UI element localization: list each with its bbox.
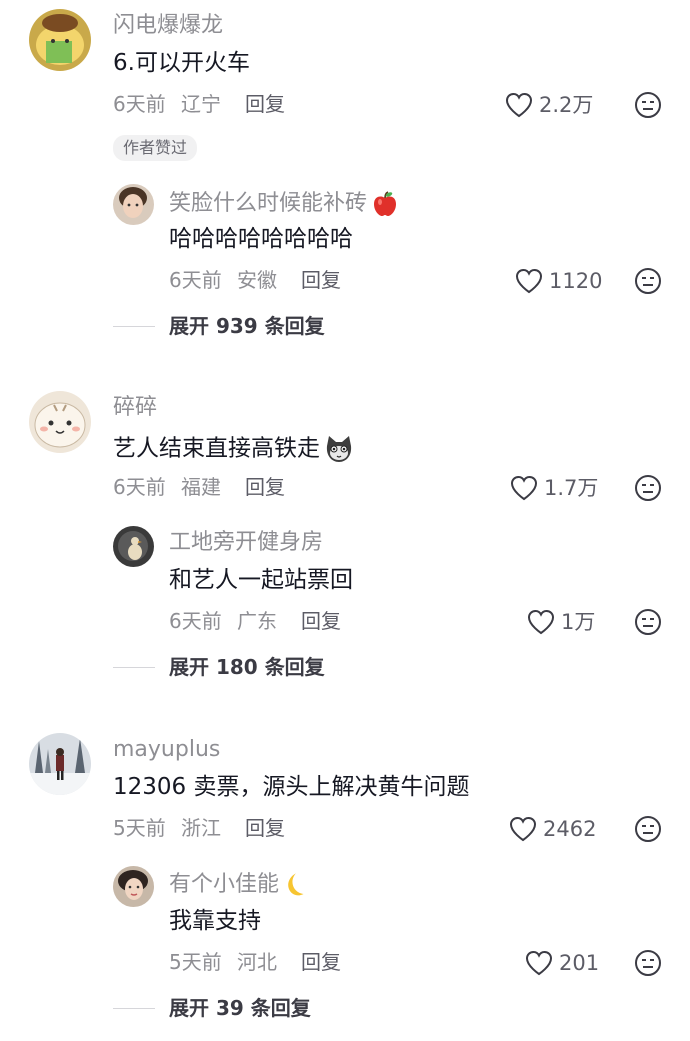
expand-suffix: 条回复 (250, 996, 311, 1020)
comment-text[interactable]: 艺人结束直接高铁走 (113, 434, 354, 464)
comment-text-content: 艺人结束直接高铁走 (113, 435, 320, 462)
expand-divider (113, 667, 155, 668)
reply-button[interactable]: 回复 (245, 818, 285, 838)
avatar[interactable] (29, 391, 91, 453)
expand-replies-button[interactable]: 展开 180 条回复 (169, 657, 325, 677)
comment-username[interactable]: 碎碎 (113, 397, 157, 419)
avatar[interactable] (113, 526, 154, 567)
expand-divider (113, 326, 155, 327)
expand-divider (113, 1008, 155, 1009)
expand-prefix: 展开 (169, 655, 209, 679)
heart-outline-icon (505, 92, 533, 118)
dislike-face-icon[interactable] (634, 608, 662, 636)
avatar[interactable] (29, 733, 91, 795)
reply-location: 河北 (237, 950, 277, 974)
author-liked-badge: 作者赞过 (113, 135, 198, 161)
like-button[interactable]: 2.2万 (505, 92, 593, 118)
like-button[interactable]: 1万 (527, 609, 595, 635)
comment-location: 浙江 (181, 816, 221, 840)
reply-button[interactable]: 回复 (301, 952, 341, 972)
dislike-face-icon[interactable] (634, 91, 662, 119)
expand-count: 180 (215, 655, 258, 679)
comment-text[interactable]: 12306 卖票，源头上解决黄牛问题 (113, 776, 469, 799)
reply-button[interactable]: 回复 (245, 477, 285, 497)
reply-location: 安徽 (237, 268, 277, 292)
heart-outline-icon (510, 475, 538, 501)
dislike-face-icon[interactable] (634, 474, 662, 502)
like-button[interactable]: 1.7万 (510, 475, 598, 501)
comment-text[interactable]: 6.可以开火车 (113, 52, 250, 75)
expand-suffix: 条回复 (264, 655, 325, 679)
like-count: 1120 (549, 268, 603, 293)
comment-username[interactable]: 闪电爆爆龙 (113, 15, 223, 37)
expand-prefix: 展开 (169, 314, 209, 338)
reply-button[interactable]: 回复 (301, 611, 341, 631)
reply-text[interactable]: 和艺人一起站票回 (169, 569, 353, 592)
dislike-face-icon[interactable] (634, 949, 662, 977)
expand-replies-button[interactable]: 展开 39 条回复 (169, 998, 311, 1018)
like-button[interactable]: 201 (525, 950, 599, 976)
crescent-moon-emoji (288, 873, 304, 896)
expand-prefix: 展开 (169, 996, 209, 1020)
expand-count: 39 (215, 996, 244, 1020)
comment-location: 福建 (181, 475, 221, 499)
dislike-face-icon[interactable] (634, 815, 662, 843)
comment-username[interactable]: mayuplus (113, 739, 220, 761)
expand-suffix: 条回复 (264, 314, 325, 338)
reply-button[interactable]: 回复 (245, 94, 285, 114)
like-count: 1.7万 (544, 475, 599, 500)
comment-time: 5天前 (113, 816, 166, 840)
reply-username[interactable]: 有个小佳能 (169, 872, 309, 898)
comment-time: 6天前 (113, 92, 166, 116)
reply-username[interactable]: 工地旁开健身房 (169, 532, 323, 554)
dislike-face-icon[interactable] (634, 267, 662, 295)
reply-username-text[interactable]: 有个小佳能 (169, 872, 279, 897)
reply-time: 5天前 (169, 950, 222, 974)
like-count: 201 (559, 950, 600, 975)
reply-time: 6天前 (169, 268, 222, 292)
like-count: 2462 (543, 816, 597, 841)
reply-text[interactable]: 我靠支持 (169, 910, 261, 933)
like-button[interactable]: 1120 (515, 268, 602, 294)
like-count: 1万 (561, 609, 596, 634)
comment-time: 6天前 (113, 475, 166, 499)
cat-face-emoji (326, 436, 352, 462)
reply-time: 6天前 (169, 609, 222, 633)
heart-outline-icon (525, 950, 553, 976)
like-count: 2.2万 (539, 92, 594, 117)
heart-outline-icon (515, 268, 543, 294)
heart-outline-icon (527, 609, 555, 635)
avatar[interactable] (29, 9, 91, 71)
expand-count: 939 (215, 314, 258, 338)
red-apple-emoji (374, 191, 397, 216)
avatar[interactable] (113, 866, 154, 907)
expand-replies-button[interactable]: 展开 939 条回复 (169, 316, 325, 336)
heart-outline-icon (509, 816, 537, 842)
comment-location: 辽宁 (181, 92, 221, 116)
avatar[interactable] (113, 184, 154, 225)
reply-button[interactable]: 回复 (301, 270, 341, 290)
like-button[interactable]: 2462 (509, 816, 596, 842)
reply-username-text[interactable]: 笑脸什么时候能补砖 (169, 191, 367, 216)
reply-username[interactable]: 笑脸什么时候能补砖 (169, 190, 399, 218)
reply-text[interactable]: 哈哈哈哈哈哈哈哈 (169, 228, 353, 251)
reply-location: 广东 (237, 609, 277, 633)
